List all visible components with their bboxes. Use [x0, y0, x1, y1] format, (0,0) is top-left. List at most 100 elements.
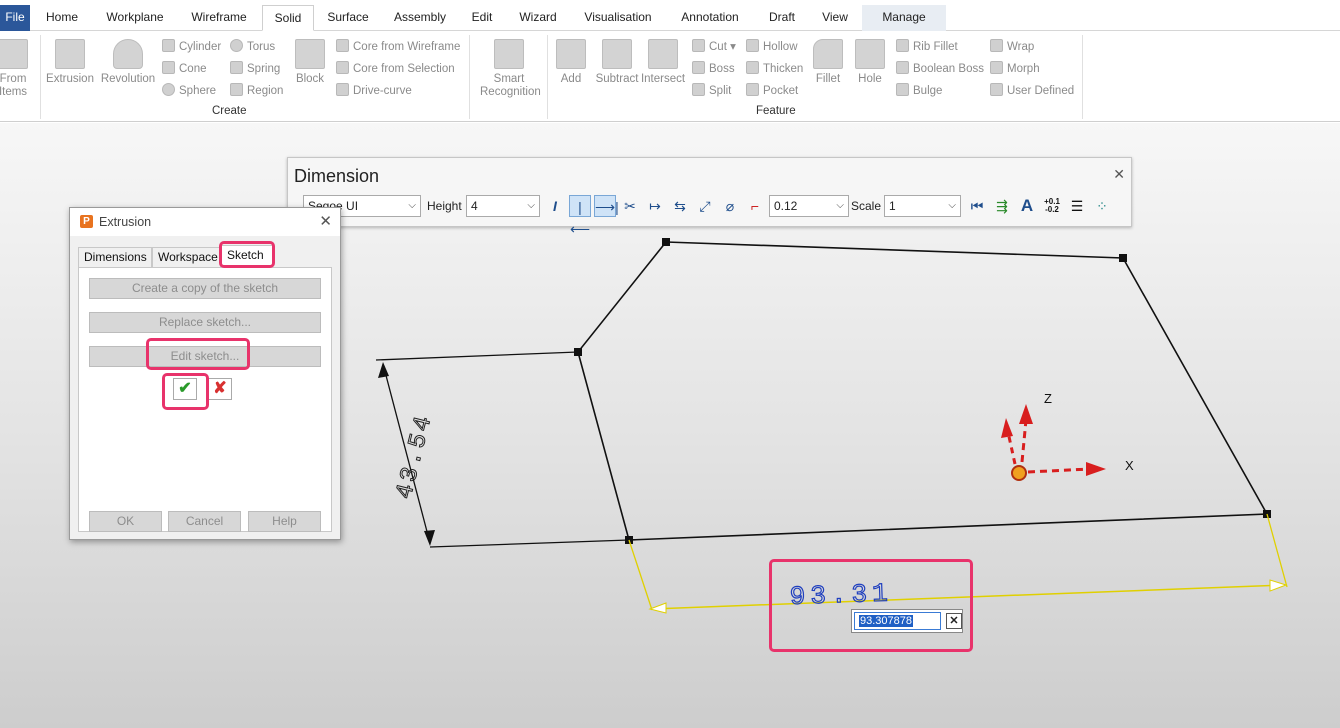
scale-select[interactable]: 1 ⌵	[884, 195, 961, 217]
spring-button[interactable]: Spring	[230, 61, 280, 75]
cone-button[interactable]: Cone	[162, 61, 207, 75]
ok-button[interactable]: OK	[89, 511, 162, 532]
menu-tabbar: File Home Workplane Wireframe Solid Surf…	[0, 0, 1340, 31]
z-axis-arrow-icon[interactable]	[1019, 404, 1033, 424]
user-defined-button[interactable]: User Defined	[990, 83, 1074, 97]
tab-dimensions[interactable]: Dimensions	[78, 247, 152, 267]
snap-icon[interactable]: ⁘	[1091, 195, 1113, 217]
revolution-button[interactable]: Revolution	[100, 39, 156, 86]
origin-icon[interactable]	[1011, 465, 1027, 481]
sketch-profile	[577, 241, 1269, 541]
cut-button[interactable]: Cut ▾	[692, 39, 736, 53]
bulge-button[interactable]: Bulge	[896, 83, 942, 97]
wrap-button[interactable]: Wrap	[990, 39, 1034, 53]
cancel-button[interactable]: Cancel	[168, 511, 241, 532]
tab-assembly[interactable]: Assembly	[386, 5, 454, 31]
replace-sketch-button[interactable]: Replace sketch...	[89, 312, 321, 333]
hollow-button[interactable]: Hollow	[746, 39, 798, 53]
from-items-button[interactable]: From Items	[0, 39, 38, 99]
spring-icon	[230, 61, 243, 74]
tab-solid[interactable]: Solid	[262, 5, 314, 31]
line-style-icon[interactable]: ☰	[1066, 195, 1088, 217]
boss-icon	[692, 61, 705, 74]
pocket-button[interactable]: Pocket	[746, 83, 798, 97]
tab-visualisation[interactable]: Visualisation	[578, 5, 658, 31]
diameter-icon[interactable]: ⌀	[719, 195, 741, 217]
core-selection-icon	[336, 61, 349, 74]
dimension-value-input[interactable]: 93.307878	[854, 612, 941, 630]
text-icon[interactable]: A	[1016, 195, 1038, 217]
core-from-wireframe-button[interactable]: Core from Wireframe	[336, 39, 460, 53]
torus-button[interactable]: Torus	[230, 39, 275, 53]
tab-workplane[interactable]: Workplane	[96, 5, 174, 31]
smart-recognition-button[interactable]: Smart Recognition	[480, 39, 541, 99]
boolean-boss-button[interactable]: Boolean Boss	[896, 61, 984, 75]
x-axis-arrow-icon[interactable]	[1086, 462, 1106, 476]
tab-file[interactable]: File	[0, 5, 30, 31]
tolerance-icon[interactable]: +0.1 -0.2	[1041, 195, 1063, 217]
scissor-icon[interactable]: ✂	[619, 195, 641, 217]
cut-icon	[692, 39, 705, 52]
italic-icon[interactable]: I	[544, 195, 566, 217]
close-icon[interactable]: ✕	[946, 613, 962, 629]
add-button[interactable]: Add	[546, 39, 596, 86]
split-button[interactable]: Split	[692, 83, 731, 97]
reposition-icon[interactable]: ⇶	[991, 195, 1013, 217]
sketch-vertex[interactable]	[662, 238, 670, 246]
arrow-inside-icon[interactable]: |⟵	[569, 195, 591, 237]
tab-home[interactable]: Home	[38, 5, 86, 31]
tolerance-select[interactable]: 0.12 ⌵	[769, 195, 849, 217]
y-axis-arrow-icon[interactable]	[1001, 418, 1013, 438]
chevron-down-icon: ⌵	[836, 200, 844, 211]
first-icon[interactable]: ⏮	[966, 195, 988, 217]
height-select[interactable]: 4 ⌵	[466, 195, 540, 217]
radius-icon[interactable]: ⌐	[744, 195, 766, 217]
dimension-value-entry: 93.307878 ✕	[851, 609, 963, 633]
close-icon[interactable]: ✕	[1113, 166, 1125, 183]
aligned-dimension-icon[interactable]: ⤢	[694, 195, 716, 217]
cylinder-button[interactable]: Cylinder	[162, 39, 221, 53]
core-from-selection-button[interactable]: Core from Selection	[336, 61, 455, 75]
add-icon	[556, 39, 586, 69]
copy-sketch-button[interactable]: Create a copy of the sketch	[89, 278, 321, 299]
block-button[interactable]: Block	[285, 39, 335, 86]
spring-label: Spring	[247, 63, 281, 75]
tab-wizard[interactable]: Wizard	[510, 5, 566, 31]
subtract-button[interactable]: Subtract	[592, 39, 642, 86]
sketch-tab-highlight	[219, 241, 275, 268]
app-logo-icon: P	[80, 215, 93, 228]
tab-surface[interactable]: Surface	[322, 5, 374, 31]
scale-label: Scale	[851, 199, 882, 213]
dialog-titlebar[interactable]: P Extrusion ✕	[70, 208, 340, 236]
close-icon[interactable]: ✕	[319, 212, 332, 230]
tab-draft[interactable]: Draft	[760, 5, 804, 31]
boss-button[interactable]: Boss	[692, 61, 735, 75]
sketch-vertex[interactable]	[1119, 254, 1127, 262]
sphere-button[interactable]: Sphere	[162, 83, 216, 97]
morph-button[interactable]: Morph	[990, 61, 1040, 75]
dimension-style-icon[interactable]: ↦	[644, 195, 666, 217]
intersect-button[interactable]: Intersect	[638, 39, 688, 86]
arrow-outside-icon[interactable]: ⟶|	[594, 195, 619, 217]
height-label: Height	[427, 199, 462, 213]
thicken-button[interactable]: Thicken	[746, 61, 803, 75]
tab-annotation[interactable]: Annotation	[672, 5, 748, 31]
hole-button[interactable]: Hole	[845, 39, 895, 86]
tab-view[interactable]: View	[814, 5, 856, 31]
tab-workspace[interactable]: Workspace	[152, 247, 221, 267]
drive-curve-button[interactable]: Drive-curve	[336, 83, 412, 97]
region-label: Region	[247, 85, 284, 97]
dialog-title: Extrusion	[99, 215, 152, 229]
sketch-vertex[interactable]	[574, 348, 582, 356]
tab-edit[interactable]: Edit	[464, 5, 500, 31]
cone-icon	[162, 61, 175, 74]
linear-dimension-icon[interactable]: ⇆	[669, 195, 691, 217]
extrusion-icon	[55, 39, 85, 69]
tab-manage[interactable]: Manage	[862, 5, 946, 31]
help-button[interactable]: Help	[248, 511, 321, 532]
region-button[interactable]: Region	[230, 83, 283, 97]
tab-wireframe[interactable]: Wireframe	[184, 5, 254, 31]
extrusion-button[interactable]: Extrusion	[45, 39, 95, 86]
reject-cross-icon[interactable]: ✘	[208, 378, 232, 400]
rib-fillet-button[interactable]: Rib Fillet	[896, 39, 958, 53]
